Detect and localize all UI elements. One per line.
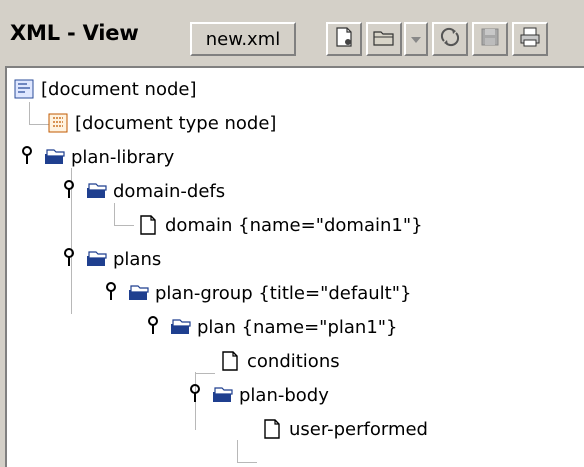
open-button[interactable]: [366, 22, 402, 56]
refresh-icon: [439, 26, 461, 52]
tree-node-label: domain-defs: [113, 180, 226, 202]
tree-node-plan-group[interactable]: plan-group {title="default"}: [103, 276, 411, 310]
tree-node-document[interactable]: [document node]: [13, 72, 197, 106]
tree-node-label: plans: [113, 248, 162, 270]
tree-node-label: user-performed: [289, 418, 428, 440]
tree-node-label: plan-body: [239, 384, 329, 406]
xml-tree[interactable]: [document node] [document type node] pla…: [5, 66, 584, 467]
print-icon: [519, 26, 541, 52]
tree-node-doctype[interactable]: [document type node]: [47, 106, 276, 140]
tree-node-plans[interactable]: plans: [61, 242, 161, 276]
open-folder-icon: [127, 282, 149, 304]
tree-node-label: domain {name="domain1"}: [165, 214, 423, 236]
leaf-document-icon: [219, 350, 241, 372]
tree-node-plan[interactable]: plan {name="plan1"}: [145, 310, 398, 344]
expand-handle-icon[interactable]: [187, 382, 203, 408]
tree-node-user-performed[interactable]: user-performed: [261, 412, 428, 446]
tree-node-domain-defs[interactable]: domain-defs: [61, 174, 225, 208]
open-folder-icon: [372, 26, 396, 52]
tree-node-label: [document node]: [41, 78, 197, 100]
new-document-icon: [333, 26, 355, 52]
open-folder-icon: [211, 384, 233, 406]
dropdown-arrow-icon: [410, 30, 422, 49]
print-button[interactable]: [512, 22, 548, 56]
leaf-document-icon: [137, 214, 159, 236]
tree-node-plan-body[interactable]: plan-body: [187, 378, 329, 412]
open-folder-icon: [85, 180, 107, 202]
filename-field[interactable]: new.xml: [190, 22, 296, 56]
expand-handle-icon[interactable]: [61, 246, 77, 272]
tree-node-label: [document type node]: [75, 112, 277, 134]
open-folder-icon: [169, 316, 191, 338]
tree-node-label: plan {name="plan1"}: [197, 316, 398, 338]
save-button[interactable]: [472, 22, 508, 56]
expand-handle-icon[interactable]: [145, 314, 161, 340]
open-folder-icon: [43, 146, 65, 168]
expand-handle-icon[interactable]: [61, 178, 77, 204]
tree-node-domain[interactable]: domain {name="domain1"}: [137, 208, 423, 242]
tree-node-label: plan-library: [71, 146, 175, 168]
toolbar: XML - View new.xml: [0, 0, 584, 64]
document-node-icon: [13, 78, 35, 100]
tree-node-plan-library[interactable]: plan-library: [19, 140, 174, 174]
doctype-node-icon: [47, 112, 69, 134]
leaf-document-icon: [261, 418, 283, 440]
expand-handle-icon[interactable]: [103, 280, 119, 306]
xml-view-window: XML - View new.xml [document node] [docu…: [0, 0, 584, 467]
tree-node-conditions[interactable]: conditions: [219, 344, 340, 378]
open-dropdown-button[interactable]: [404, 22, 428, 56]
expand-handle-icon[interactable]: [19, 144, 35, 170]
refresh-button[interactable]: [432, 22, 468, 56]
open-folder-icon: [85, 248, 107, 270]
panel-title: XML - View: [10, 21, 139, 45]
new-document-button[interactable]: [326, 22, 362, 56]
save-icon: [479, 26, 501, 52]
tree-node-label: plan-group {title="default"}: [155, 282, 412, 304]
tree-node-label: conditions: [247, 350, 340, 372]
